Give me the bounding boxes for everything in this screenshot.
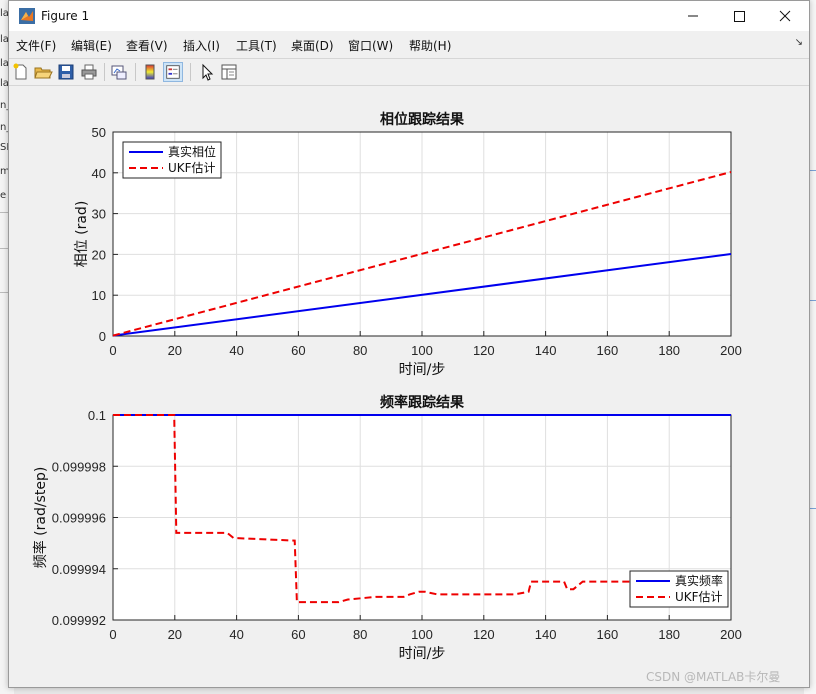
x-tick-label: 180 <box>658 627 680 642</box>
x-tick-label: 80 <box>353 627 367 642</box>
legend-label: UKF估计 <box>675 590 723 604</box>
legend-label: 真实频率 <box>675 573 723 588</box>
y-tick-label: 0.099994 <box>52 562 106 577</box>
x-tick-label: 40 <box>229 343 243 358</box>
y-tick-label: 40 <box>92 166 106 181</box>
y-tick-label: 0 <box>99 329 106 344</box>
y-tick-label: 0.099996 <box>52 511 106 526</box>
x-tick-label: 200 <box>720 343 742 358</box>
x-tick-label: 20 <box>168 343 182 358</box>
y-tick-label: 0.099998 <box>52 459 106 474</box>
watermark-text: CSDN @MATLAB卡尔曼 <box>646 670 781 684</box>
x-tick-label: 100 <box>411 343 433 358</box>
legend-label: 真实相位 <box>168 144 216 159</box>
x-tick-label: 100 <box>411 627 433 642</box>
y-tick-label: 10 <box>92 288 106 303</box>
x-tick-label: 20 <box>168 627 182 642</box>
x-tick-label: 120 <box>473 343 495 358</box>
y-tick-label: 0.1 <box>88 408 106 423</box>
x-tick-label: 200 <box>720 627 742 642</box>
y-tick-label: 50 <box>92 125 106 140</box>
legend-label: UKF估计 <box>168 161 216 175</box>
x-tick-label: 0 <box>109 627 116 642</box>
x-tick-label: 40 <box>229 627 243 642</box>
x-tick-label: 160 <box>597 343 619 358</box>
y-tick-label: 0.099992 <box>52 613 106 628</box>
y-tick-label: 30 <box>92 207 106 222</box>
x-tick-label: 0 <box>109 343 116 358</box>
figure-canvas: 0 20 40 60 80 100 120 140 160 180 20001020304050相位… <box>32 111 742 662</box>
x-axis-label: 时间/步 <box>399 646 446 662</box>
y-axis-label: 频率 (rad/step) <box>32 467 49 569</box>
chart-title: 相位跟踪结果 <box>380 111 465 128</box>
x-tick-label: 80 <box>353 343 367 358</box>
y-axis-label: 相位 (rad) <box>74 201 90 268</box>
x-axis-label: 时间/步 <box>399 362 446 378</box>
x-tick-label: 180 <box>658 343 680 358</box>
x-tick-label: 120 <box>473 627 495 642</box>
x-tick-label: 60 <box>291 627 305 642</box>
x-tick-label: 160 <box>597 627 619 642</box>
y-tick-label: 20 <box>92 247 106 262</box>
x-tick-label: 140 <box>535 343 557 358</box>
x-tick-label: 60 <box>291 343 305 358</box>
x-tick-label: 140 <box>535 627 557 642</box>
chart-title: 频率跟踪结果 <box>380 394 465 411</box>
